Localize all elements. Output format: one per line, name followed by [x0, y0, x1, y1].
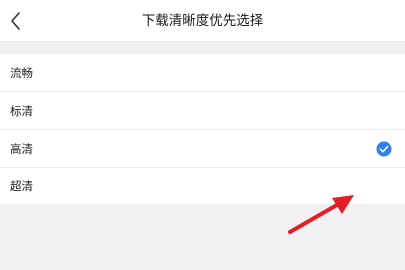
- red-arrow-icon: [288, 195, 354, 234]
- nav-bar: 下载清晰度优先选择: [0, 0, 405, 42]
- option-row-high[interactable]: 高清: [0, 130, 405, 168]
- page-title: 下载清晰度优先选择: [141, 13, 264, 29]
- option-label: 标清: [10, 104, 33, 118]
- option-row-standard[interactable]: 标清: [0, 92, 405, 130]
- option-label: 高清: [10, 142, 33, 156]
- option-row-smooth[interactable]: 流畅: [0, 54, 405, 92]
- option-label: 超清: [10, 179, 33, 193]
- check-circle-icon: [376, 141, 392, 157]
- resolution-options-list: 流畅 标清 高清 超清: [0, 54, 405, 204]
- option-label: 流畅: [10, 66, 33, 80]
